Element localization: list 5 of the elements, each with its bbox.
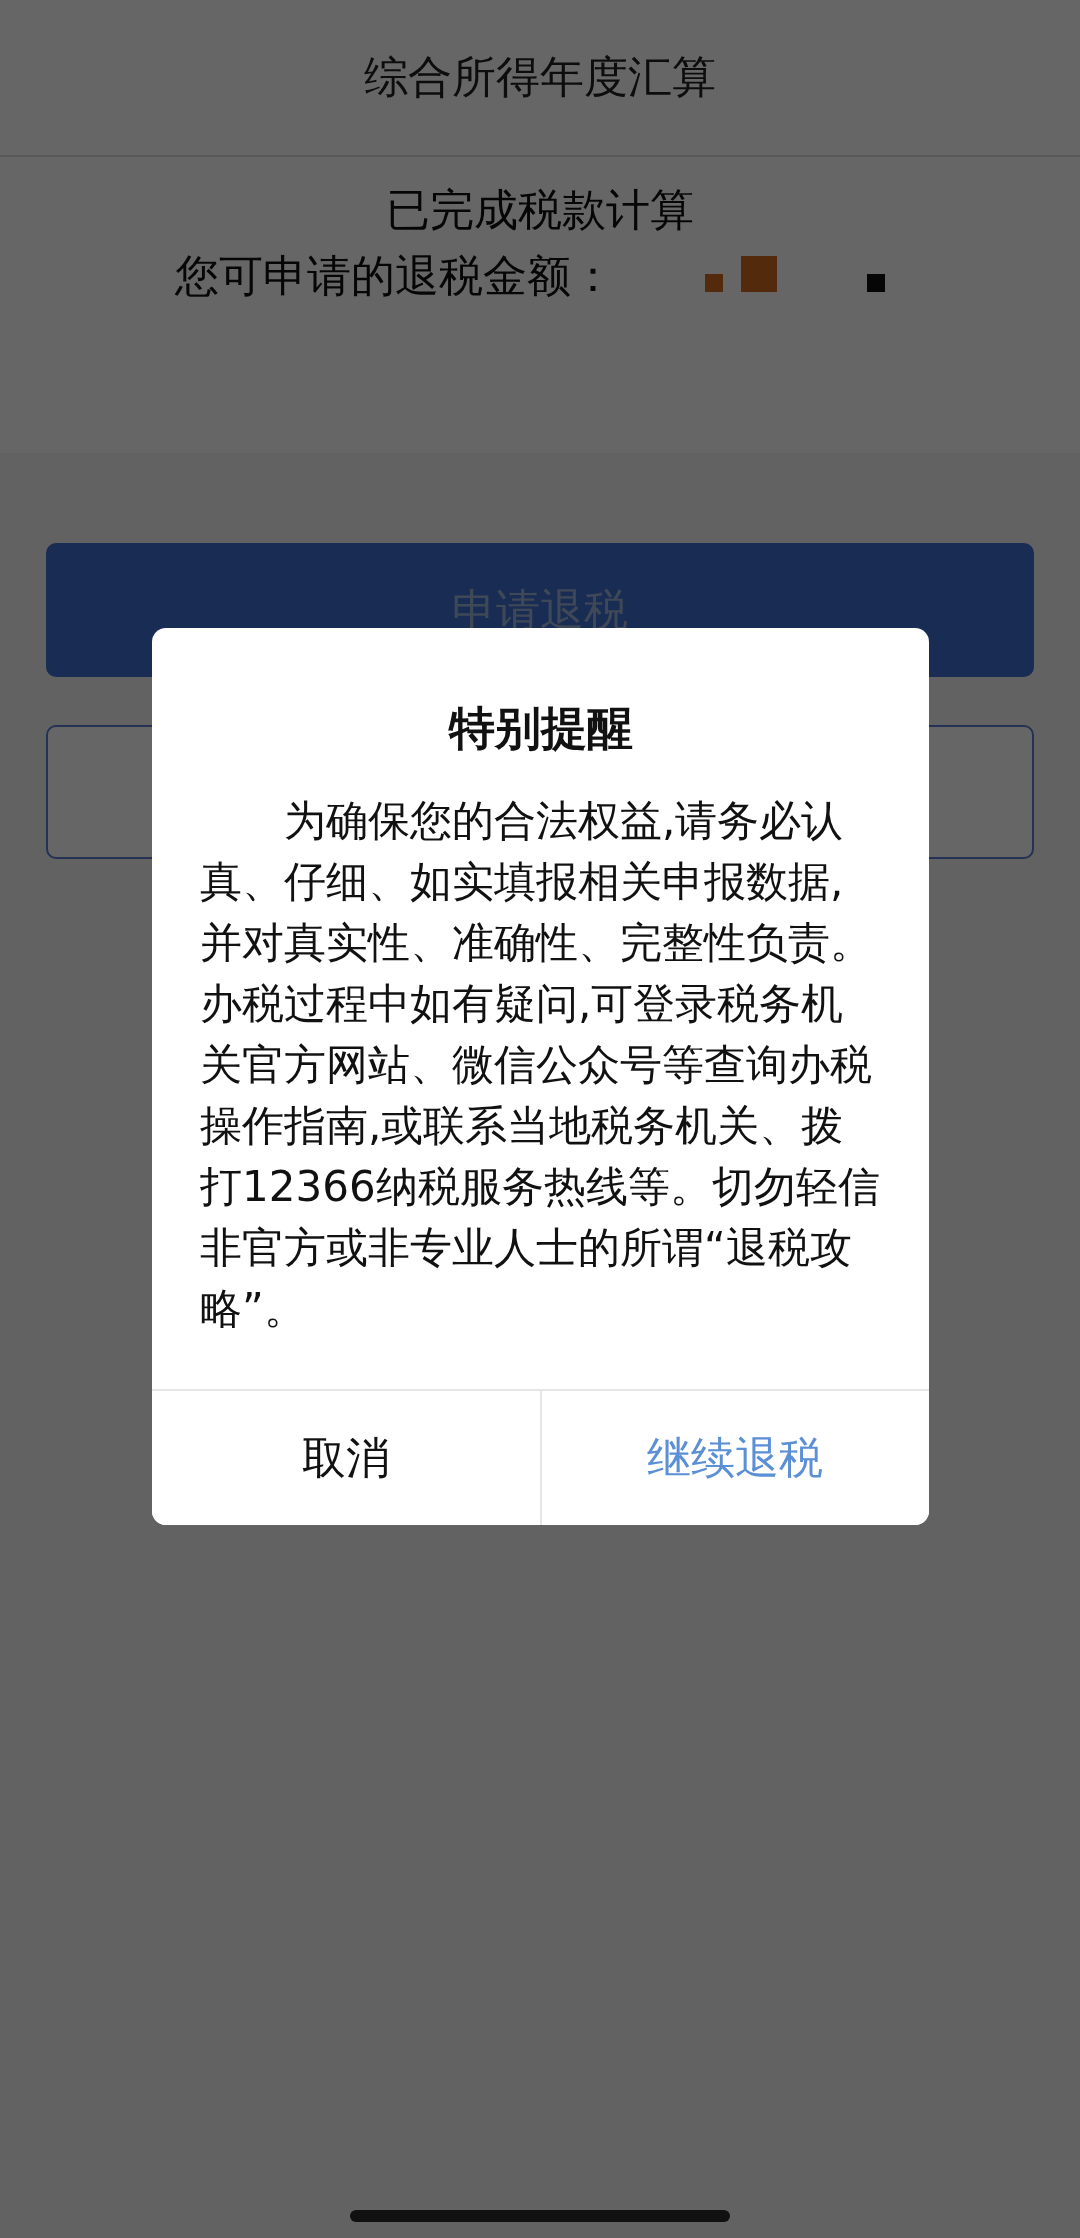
status-text: 已完成税款计算 (386, 183, 694, 237)
refund-amount-label: 您可申请的退税金额： (175, 249, 615, 303)
dialog-title: 特别提醒 (447, 700, 634, 757)
page-title: 综合所得年度汇算 (364, 50, 716, 104)
dialog-message: 为确保您的合法权益,请务必认真、仔细、如实填报相关申报数据,并对真实性、准确性、完整性负责。办税过程中如有疑问,可登录税务机关官方网站、微信公众号等查询办税操作指南,或联系当地税务机关、拨打12366纳税服务热线等。切勿轻信非官方或非专业人士的所谓“退税攻略”。 (199, 795, 881, 1335)
